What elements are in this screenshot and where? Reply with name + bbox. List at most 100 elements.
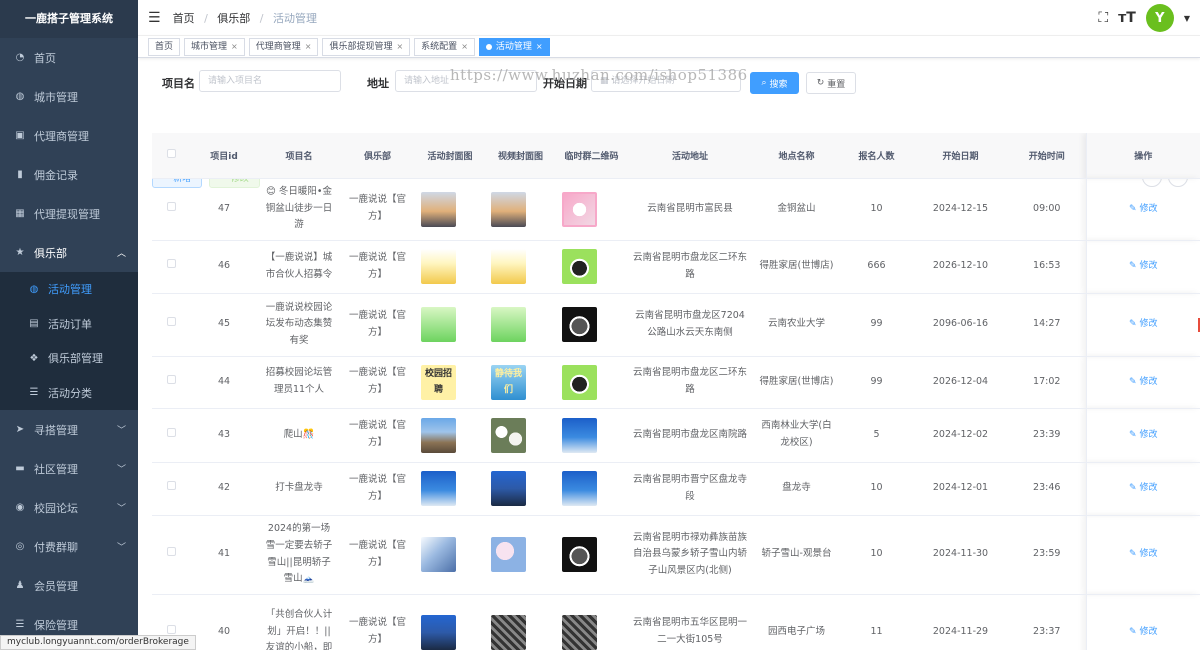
- column-header: 报名人数: [840, 133, 913, 179]
- row-checkbox[interactable]: [166, 259, 176, 269]
- close-icon[interactable]: ×: [396, 39, 403, 55]
- sidebar-item-3[interactable]: ▮ 佣金记录: [0, 155, 138, 194]
- tab-1[interactable]: 城市管理 ×: [184, 37, 245, 56]
- row-checkbox[interactable]: [166, 201, 176, 211]
- tab-4[interactable]: 系统配置 ×: [414, 37, 475, 56]
- group-qr-image[interactable]: [562, 307, 597, 342]
- activity-cover-image[interactable]: [421, 417, 456, 453]
- close-icon[interactable]: ×: [231, 39, 238, 55]
- video-cover-image[interactable]: 静待我们: [491, 364, 526, 400]
- sidebar-item-label: 俱乐部: [34, 246, 67, 260]
- breadcrumb: 首页 / 俱乐部 / 活动管理: [172, 11, 317, 25]
- video-cover-image[interactable]: [491, 471, 526, 506]
- activity-cover-image[interactable]: [421, 614, 456, 650]
- sidebar-item-after-2[interactable]: ◉ 校园论坛 ﹀: [0, 488, 138, 527]
- group-qr-image[interactable]: [562, 471, 597, 506]
- column-header: 视频封面图: [485, 133, 556, 179]
- row-checkbox[interactable]: [166, 427, 176, 437]
- row-edit-button[interactable]: ✎ 修改: [1129, 549, 1157, 559]
- activity-cover-image[interactable]: [421, 249, 456, 284]
- select-all-checkbox[interactable]: [166, 149, 176, 159]
- row-edit-button[interactable]: ✎ 修改: [1129, 319, 1157, 329]
- project-name: 【一鹿说说】城市合伙人招募令: [258, 240, 340, 294]
- tab-3[interactable]: 俱乐部提现管理 ×: [322, 37, 411, 56]
- row-edit-button[interactable]: ✎ 修改: [1129, 627, 1157, 637]
- sidebar-item-after-0[interactable]: ➤ 寻搭管理 ﹀: [0, 410, 138, 449]
- tab-5[interactable]: 活动管理 ×: [478, 37, 550, 56]
- video-cover-image[interactable]: [491, 191, 526, 227]
- start-date: 2096-06-16: [913, 293, 1008, 357]
- activity-cover-image[interactable]: [421, 307, 456, 342]
- start-time: 14:27: [1008, 293, 1086, 357]
- project-name-input[interactable]: 请输入项目名: [199, 70, 341, 92]
- breadcrumb-home[interactable]: 首页: [173, 12, 195, 25]
- sidebar-item-2[interactable]: ▣ 代理商管理: [0, 116, 138, 155]
- row-edit-button[interactable]: ✎ 修改: [1129, 377, 1157, 387]
- group-qr-image[interactable]: [562, 417, 597, 453]
- row-edit-button[interactable]: ✎ 修改: [1129, 483, 1157, 493]
- video-cover-image[interactable]: [491, 307, 526, 342]
- sidebar-item-label: 城市管理: [34, 90, 78, 104]
- search-button[interactable]: ⌕ 搜索: [750, 72, 799, 94]
- video-cover-image[interactable]: [491, 614, 526, 650]
- row-checkbox[interactable]: [166, 481, 176, 491]
- group-qr-image[interactable]: [562, 191, 597, 227]
- row-select-cell: [152, 408, 190, 463]
- sidebar-item-0[interactable]: ◔ 首页: [0, 38, 138, 77]
- row-checkbox[interactable]: [166, 624, 176, 634]
- font-size-icon[interactable]: тT: [1118, 10, 1136, 26]
- sidebar-subitem-2[interactable]: ❖ 俱乐部管理: [0, 341, 138, 376]
- row-checkbox[interactable]: [166, 317, 176, 327]
- start-time: 23:46: [1008, 462, 1086, 516]
- activity-cover-image[interactable]: 校园招聘: [421, 364, 456, 400]
- table-row: 46 【一鹿说说】城市合伙人招募令 一鹿说说【官方】 云南省昆明市盘龙区二环东路 得胜家…: [152, 240, 1200, 294]
- operation-cell: ✎ 修改: [1085, 356, 1200, 409]
- sidebar-item-after-4[interactable]: ♟ 会员管理: [0, 566, 138, 605]
- sidebar-item-4[interactable]: ▦ 代理提现管理: [0, 194, 138, 233]
- column-header: 开始时间: [1008, 133, 1086, 179]
- activity-cover-image[interactable]: [421, 471, 456, 506]
- row-checkbox[interactable]: [166, 374, 176, 384]
- video-cover-image[interactable]: [491, 249, 526, 284]
- hamburger-icon[interactable]: ☰: [148, 10, 161, 26]
- video-cover-image[interactable]: [491, 537, 526, 572]
- group-qr-image[interactable]: [562, 249, 597, 284]
- activity-address: 云南省昆明市盘龙区二环东路: [627, 240, 753, 294]
- row-edit-button[interactable]: ✎ 修改: [1129, 261, 1157, 271]
- column-header: 俱乐部: [340, 133, 415, 179]
- sidebar-item-after-1[interactable]: ▬ 社区管理 ﹀: [0, 449, 138, 488]
- activity-cover-image[interactable]: [421, 191, 456, 227]
- sidebar-subitem-1[interactable]: ▤ 活动订单: [0, 307, 138, 342]
- reset-button[interactable]: ↻ 重置: [806, 72, 856, 94]
- row-edit-label: 修改: [1139, 483, 1158, 494]
- row-edit-button[interactable]: ✎ 修改: [1129, 430, 1157, 440]
- breadcrumb-parent[interactable]: 俱乐部: [217, 12, 250, 25]
- tab-0[interactable]: 首页: [148, 37, 181, 56]
- close-icon[interactable]: ×: [305, 39, 312, 55]
- operation-cell: ✎ 修改: [1085, 408, 1200, 463]
- group-qr-image[interactable]: [562, 614, 597, 650]
- fullscreen-icon[interactable]: ⛶: [1098, 10, 1108, 26]
- activity-cover-image[interactable]: [421, 537, 456, 572]
- main-area: ☰ 首页 / 俱乐部 / 活动管理 ⛶ тT Y ▼ 首页 城市管理 × 代理商管理 ×…: [138, 0, 1200, 650]
- sidebar-item-5[interactable]: ★ 俱乐部 ︿: [0, 233, 138, 272]
- group-qr-image[interactable]: [562, 537, 597, 572]
- row-edit-button[interactable]: ✎ 修改: [1129, 204, 1157, 214]
- row-edit-label: 修改: [1139, 203, 1158, 214]
- group-qr-image[interactable]: [562, 364, 597, 400]
- close-icon[interactable]: ×: [536, 39, 543, 55]
- sidebar-subitem-0[interactable]: ◍ 活动管理: [0, 272, 138, 307]
- sidebar-item-after-3[interactable]: ◎ 付费群聊 ﹀: [0, 527, 138, 566]
- start-date: 2026-12-10: [913, 240, 1008, 294]
- caret-down-icon[interactable]: ▼: [1184, 14, 1190, 23]
- sidebar-item-1[interactable]: ◍ 城市管理: [0, 77, 138, 116]
- video-cover-image-cell: [485, 462, 556, 516]
- video-cover-image[interactable]: [491, 417, 526, 453]
- signup-count: 666: [840, 240, 913, 294]
- close-icon[interactable]: ×: [461, 39, 468, 55]
- operation-cell: ✎ 修改: [1085, 515, 1200, 595]
- sidebar-subitem-3[interactable]: ☰ 活动分类: [0, 376, 138, 411]
- avatar[interactable]: Y: [1145, 4, 1174, 32]
- tab-2[interactable]: 代理商管理 ×: [248, 37, 319, 56]
- row-checkbox[interactable]: [166, 547, 176, 557]
